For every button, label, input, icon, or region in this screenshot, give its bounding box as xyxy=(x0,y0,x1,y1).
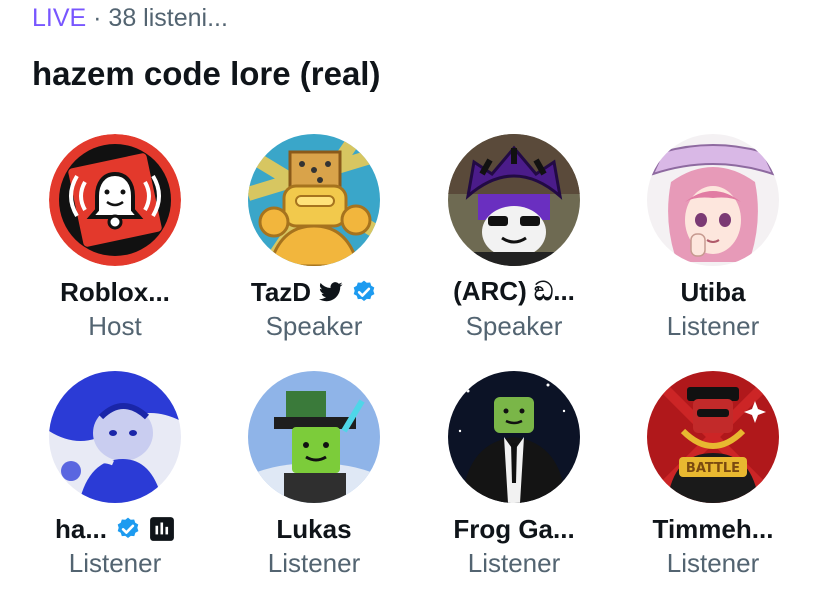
participant-role: Host xyxy=(88,311,142,341)
participant-card[interactable]: Frog Ga... Listener xyxy=(414,371,614,579)
svg-text:BATTLE: BATTLE xyxy=(686,461,740,476)
participant-name: TazD xyxy=(250,276,312,307)
participant-role: Speaker xyxy=(465,311,563,341)
participant-card[interactable]: Utiba Listener xyxy=(613,134,813,342)
participant-name: Timmeh... xyxy=(652,513,774,544)
verified-icon xyxy=(351,279,377,305)
participant-card[interactable]: Roblox... Host xyxy=(15,134,215,342)
purple-hat-avatar[interactable] xyxy=(448,134,580,266)
live-label: LIVE xyxy=(32,4,87,32)
participant-card[interactable]: BATTLE Timmeh... Listener xyxy=(613,371,813,579)
participant-card[interactable]: ha... Listener xyxy=(15,371,215,579)
participant-role: Listener xyxy=(267,548,361,578)
listener-count: 38 listeni... xyxy=(108,4,228,32)
audio-bars-icon xyxy=(149,516,175,542)
pink-hair-anime-avatar[interactable] xyxy=(647,134,779,266)
verified-icon xyxy=(115,516,141,542)
participant-name: Lukas xyxy=(276,513,352,544)
participant-card[interactable]: (ARC) ඞ... Speaker xyxy=(414,134,614,342)
space-title: hazem code lore (real) xyxy=(32,55,381,92)
participant-card[interactable]: TazD Speaker xyxy=(214,134,414,342)
golden-robot-avatar[interactable] xyxy=(248,134,380,266)
roblox-bell-avatar[interactable] xyxy=(49,134,181,266)
participant-name: Utiba xyxy=(680,276,746,307)
status-separator: · xyxy=(86,4,109,32)
participant-role: Listener xyxy=(467,548,561,578)
bird-icon xyxy=(319,281,343,303)
suited-roblox-avatar[interactable] xyxy=(448,371,580,503)
participant-role: Listener xyxy=(666,311,760,341)
space-status: LIVE · 38 listeni... xyxy=(32,2,228,34)
participant-role: Listener xyxy=(68,548,162,578)
participant-name: Frog Ga... xyxy=(453,513,575,544)
battle-chain-avatar[interactable]: BATTLE xyxy=(647,371,779,503)
participant-name: (ARC) ඞ... xyxy=(453,276,575,306)
blue-cherub-avatar[interactable] xyxy=(49,371,181,503)
green-roblox-avatar[interactable] xyxy=(248,371,380,503)
participant-name: ha... xyxy=(54,513,107,544)
participant-card[interactable]: Lukas Listener xyxy=(214,371,414,579)
participant-role: Speaker xyxy=(265,311,363,341)
participant-role: Listener xyxy=(666,548,760,578)
participant-name: Roblox... xyxy=(60,276,170,307)
